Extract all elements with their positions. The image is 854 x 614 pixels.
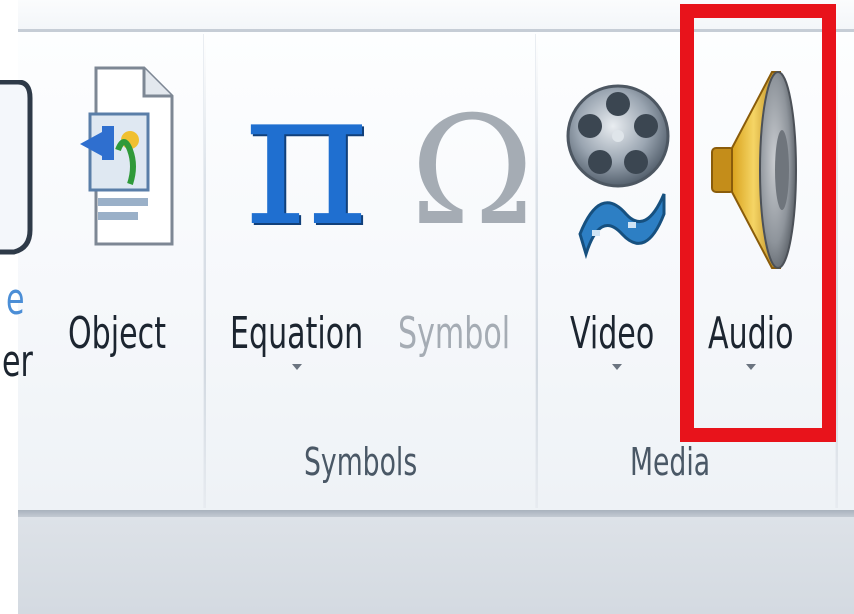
video-button[interactable]: Video <box>556 34 674 434</box>
partial-left-icon <box>0 80 33 255</box>
audio-button[interactable]: Audio <box>694 34 809 434</box>
partial-left-label-line1: e <box>6 274 25 325</box>
symbols-group-label: Symbols <box>304 440 418 484</box>
video-dropdown-arrow <box>612 364 622 370</box>
ribbon-bottom-border <box>18 510 854 517</box>
video-label: Video <box>570 308 655 359</box>
omega-icon: Ω <box>410 85 535 259</box>
equation-label: Equation <box>230 308 364 359</box>
equation-dropdown-arrow <box>292 364 302 370</box>
symbol-label: Symbol <box>398 308 511 359</box>
ribbon-crop: e er Object π Equation Ω Symbol Symbols <box>0 0 854 614</box>
pi-icon: π <box>244 47 369 268</box>
object-button[interactable]: Object <box>60 34 185 434</box>
audio-label: Audio <box>708 308 794 359</box>
film-reel-icon <box>566 84 670 260</box>
tab-strip <box>18 0 854 30</box>
media-group-label: Media <box>630 440 711 484</box>
group-separator-2 <box>535 34 538 508</box>
speaker-icon <box>711 71 797 269</box>
audio-dropdown-arrow <box>746 364 756 370</box>
partial-left-button[interactable]: e er <box>0 34 40 434</box>
group-separator-1 <box>203 34 206 508</box>
group-separator-3 <box>835 34 838 508</box>
document-area <box>18 517 854 614</box>
partial-left-label-line2: er <box>2 336 33 387</box>
equation-button[interactable]: π Equation <box>224 34 384 434</box>
symbol-button[interactable]: Ω Symbol <box>396 34 534 434</box>
object-label: Object <box>68 308 166 359</box>
object-icon <box>80 66 174 246</box>
